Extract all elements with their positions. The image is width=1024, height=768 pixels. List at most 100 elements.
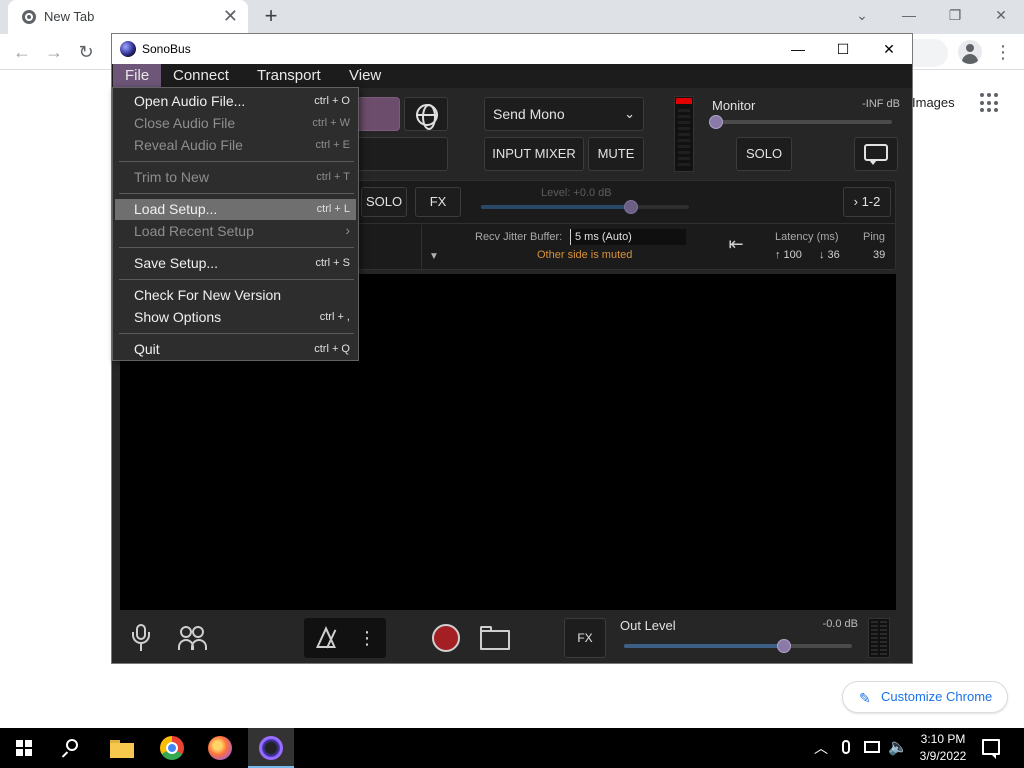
menu-separator	[119, 161, 354, 162]
back-icon[interactable]: ←	[10, 40, 34, 64]
public-groups-button[interactable]	[404, 97, 448, 131]
menu-transport[interactable]: Transport	[245, 64, 333, 88]
tray-overflow-icon[interactable]: ︿	[814, 738, 828, 758]
firefox-icon[interactable]	[208, 736, 232, 760]
pencil-icon: ✎	[859, 690, 871, 706]
peer-level-knob[interactable]	[623, 200, 638, 214]
more-options-icon[interactable]: ⋮	[358, 624, 376, 652]
menu-separator	[119, 279, 354, 280]
browser-close-icon[interactable]: ✕	[986, 4, 1016, 26]
close-icon[interactable]: ✕	[879, 39, 899, 59]
ping-value: 39	[873, 249, 886, 261]
monitor-solo-button[interactable]: SOLO	[736, 137, 792, 171]
jitter-buffer-value[interactable]: 5 ms (Auto)	[570, 229, 686, 245]
maximize-icon[interactable]: ☐	[833, 39, 853, 59]
network-icon[interactable]	[864, 741, 880, 753]
windows-start-icon[interactable]	[16, 740, 32, 756]
ping-label: Ping	[863, 231, 886, 243]
folder-icon[interactable]	[480, 626, 512, 650]
file-explorer-icon[interactable]	[110, 738, 134, 758]
clock-date[interactable]: 3/9/2022	[916, 749, 970, 763]
sonobus-logo-icon	[120, 41, 136, 57]
channel-select-button[interactable]: › 1-2	[843, 187, 891, 217]
sonobus-taskbar-icon	[259, 736, 283, 760]
send-mode-value: Send Mono	[493, 106, 565, 122]
menu-file[interactable]: File	[113, 64, 162, 88]
customize-chrome-label: Customize Chrome	[881, 689, 993, 704]
new-tab-button[interactable]: +	[260, 3, 282, 29]
people-icon[interactable]	[176, 624, 210, 652]
peer-level-slider[interactable]	[481, 200, 689, 214]
chrome-favicon-icon	[22, 10, 36, 24]
tray-microphone-icon[interactable]	[842, 740, 850, 754]
reload-icon[interactable]: ↻	[74, 40, 98, 64]
search-icon[interactable]	[61, 738, 82, 758]
metronome-icon[interactable]	[316, 626, 338, 650]
expand-triangle-icon[interactable]: ▼	[429, 251, 439, 262]
sonobus-titlebar[interactable]: SonoBus — ☐ ✕	[112, 34, 912, 64]
group-info-field[interactable]	[352, 137, 448, 171]
input-level-meter	[674, 96, 694, 172]
connect-button[interactable]	[352, 97, 400, 131]
menu-item-load-setup[interactable]: Load Setup... ctrl + L	[115, 199, 356, 220]
customize-chrome-button[interactable]: ✎ Customize Chrome	[842, 681, 1008, 713]
monitor-db-value: -INF dB	[862, 98, 900, 110]
monitor-slider[interactable]	[709, 115, 892, 129]
window-title: SonoBus	[142, 42, 191, 56]
menubar: File Connect Transport View	[112, 64, 912, 88]
menu-separator	[119, 247, 354, 248]
clip-indicator	[676, 98, 692, 104]
browser-restore-icon[interactable]: ❐	[940, 4, 970, 26]
browser-tab[interactable]: New Tab ✕	[8, 0, 248, 34]
chrome-menu-icon[interactable]: ⋮	[994, 40, 1012, 64]
submenu-arrow-icon: ›	[345, 222, 350, 238]
menu-separator	[119, 193, 354, 194]
peer-status-text: Other side is muted	[537, 249, 633, 261]
tab-search-icon[interactable]: ⌄	[847, 4, 877, 26]
menu-item-close-audio-file: Close Audio File ctrl + W	[134, 115, 350, 131]
tab-close-icon[interactable]: ✕	[223, 6, 238, 26]
taskbar: ︿ 🔈 3:10 PM 3/9/2022	[0, 728, 1024, 768]
forward-icon[interactable]: →	[42, 40, 66, 64]
metronome-group: ⋮	[304, 618, 386, 658]
latency-up-value: ↑ 100	[775, 249, 802, 261]
file-menu: Open Audio File... ctrl + O Close Audio F…	[112, 87, 359, 361]
out-level-fill	[624, 644, 784, 648]
out-level-knob[interactable]	[776, 639, 791, 653]
menu-item-save-setup[interactable]: Save Setup... ctrl + S	[115, 253, 356, 274]
chat-icon	[864, 144, 888, 161]
volume-icon[interactable]: 🔈	[888, 737, 908, 757]
notification-icon[interactable]	[982, 739, 1000, 759]
minimize-icon[interactable]: —	[788, 39, 808, 59]
menu-item-show-options[interactable]: Show Options ctrl + ,	[115, 307, 356, 328]
chat-button[interactable]	[854, 137, 898, 171]
browser-minimize-icon[interactable]: —	[894, 4, 924, 26]
apps-grid-icon[interactable]	[980, 93, 1000, 113]
menu-item-check-for-new-version[interactable]: Check For New Version	[115, 285, 356, 306]
profile-icon[interactable]	[958, 40, 982, 64]
menu-item-open-audio-file[interactable]: Open Audio File... ctrl + O	[115, 91, 356, 112]
chrome-icon[interactable]	[160, 736, 184, 760]
images-link[interactable]: Images	[912, 95, 955, 110]
clock-time[interactable]: 3:10 PM	[916, 732, 970, 746]
latency-down-value: ↓ 36	[819, 249, 840, 261]
microphone-icon[interactable]	[130, 624, 152, 652]
menu-item-quit[interactable]: Quit ctrl + Q	[115, 339, 356, 360]
taskbar-sonobus[interactable]	[248, 728, 294, 768]
peer-level-fill	[481, 205, 631, 209]
monitor-label: Monitor	[712, 98, 756, 113]
mute-button[interactable]: MUTE	[588, 137, 644, 171]
reset-icon[interactable]: ⇤	[725, 233, 747, 255]
jitter-buffer-label: Recv Jitter Buffer:	[475, 231, 563, 243]
record-icon[interactable]	[432, 624, 460, 652]
peer-fx-button[interactable]: FX	[415, 187, 461, 217]
out-level-label: Out Level	[620, 618, 676, 633]
menu-view[interactable]: View	[337, 64, 393, 88]
out-level-slider[interactable]	[624, 639, 852, 653]
menu-connect[interactable]: Connect	[161, 64, 241, 88]
peer-solo-button[interactable]: SOLO	[361, 187, 407, 217]
input-mixer-button[interactable]: INPUT MIXER	[484, 137, 584, 171]
send-mode-select[interactable]: Send Mono ⌄	[484, 97, 644, 131]
output-fx-button[interactable]: FX	[564, 618, 606, 658]
monitor-slider-knob[interactable]	[709, 115, 723, 129]
